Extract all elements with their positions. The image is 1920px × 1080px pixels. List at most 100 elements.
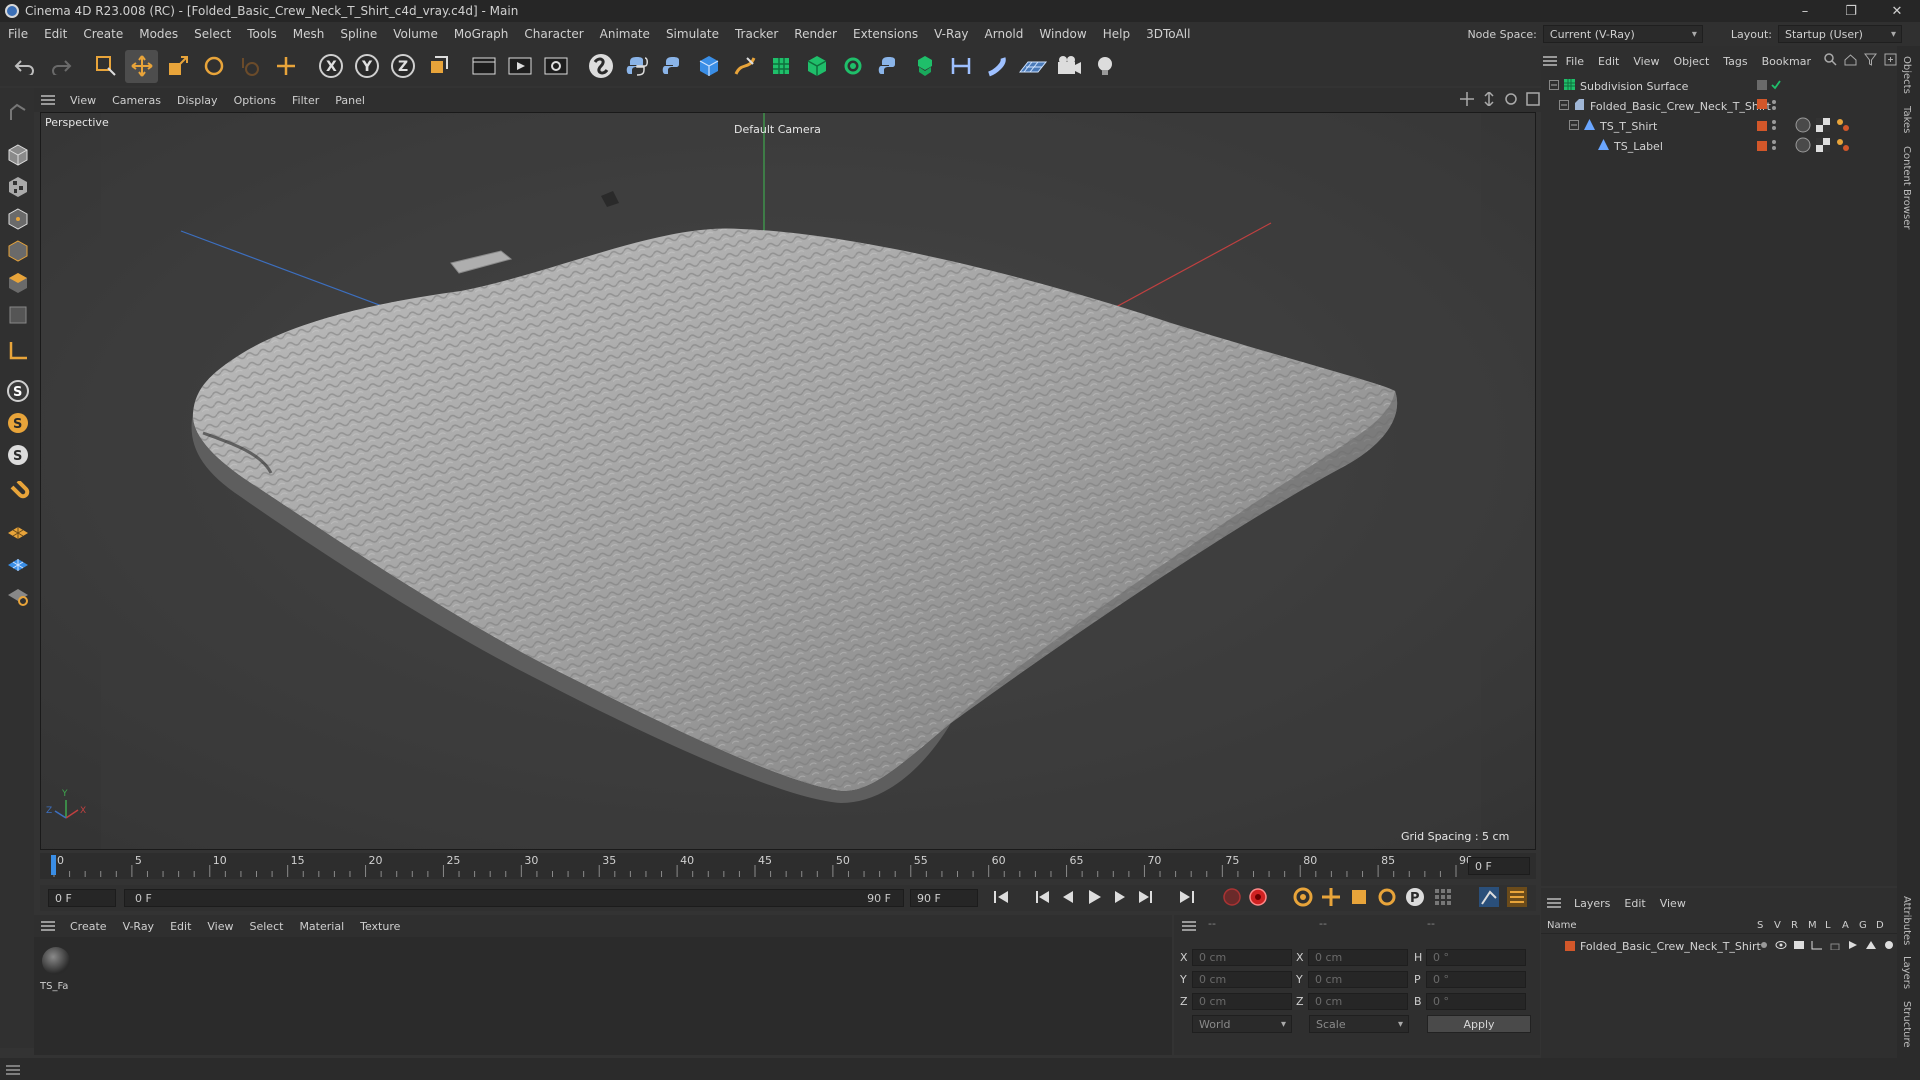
material-menu-edit[interactable]: Edit	[162, 920, 199, 933]
menu-window[interactable]: Window	[1031, 27, 1094, 41]
texture-tag-icon[interactable]	[1815, 137, 1831, 156]
floor-icon[interactable]	[1016, 50, 1049, 83]
render-icon[interactable]	[1793, 940, 1805, 953]
objects-menu-file[interactable]: File	[1559, 55, 1591, 68]
end-frame-field[interactable]: 90 F	[910, 889, 978, 907]
objects-menu-edit[interactable]: Edit	[1591, 55, 1626, 68]
layers-menu-layers[interactable]: Layers	[1567, 897, 1617, 910]
camera-icon[interactable]	[1052, 50, 1085, 83]
search-icon[interactable]	[1824, 53, 1837, 69]
tab-attributes[interactable]: Attributes	[1901, 896, 1912, 945]
viewport-menu-cameras[interactable]: Cameras	[104, 94, 169, 107]
hamburger-icon[interactable]	[34, 95, 62, 105]
key-selection-icon[interactable]	[1292, 886, 1314, 911]
menu-create[interactable]: Create	[75, 27, 131, 41]
filter-icon[interactable]	[1864, 53, 1877, 69]
layer-color-swatch[interactable]	[1565, 941, 1575, 951]
layer-color-swatch[interactable]	[1757, 121, 1767, 131]
objects-menu-view[interactable]: View	[1626, 55, 1666, 68]
coordinate-mode-dropdown[interactable]: World	[1192, 1015, 1292, 1033]
objects-menu-tags[interactable]: Tags	[1716, 55, 1754, 68]
python-generator-icon[interactable]	[872, 50, 905, 83]
material-menu-create[interactable]: Create	[62, 920, 115, 933]
3d-viewport[interactable]: Default Camera Perspective Grid Spacing …	[40, 112, 1536, 850]
snap-icon[interactable]: S	[3, 376, 32, 405]
objects-menu-bookmarks[interactable]: Bookmar	[1755, 55, 1818, 68]
enabled-check-icon[interactable]	[1771, 79, 1781, 93]
key-rotation-icon[interactable]	[1376, 886, 1398, 911]
new-window-icon[interactable]	[1884, 53, 1897, 69]
menu-help[interactable]: Help	[1095, 27, 1138, 41]
start-frame-field[interactable]: 0 F	[48, 889, 116, 907]
polygons-mode-icon[interactable]	[3, 268, 32, 297]
pos-x-field[interactable]: 0 cm	[1192, 948, 1292, 966]
close-button[interactable]: ✕	[1874, 0, 1920, 22]
mograph-fracture-icon[interactable]	[908, 50, 941, 83]
key-parameter-icon[interactable]: P	[1404, 886, 1426, 911]
zoom-icon[interactable]	[1482, 90, 1496, 109]
object-row-subdivision-surface[interactable]: Subdivision Surface	[1541, 76, 1897, 96]
size-x-field[interactable]: 0 cm	[1308, 948, 1408, 966]
rotate-tool-icon[interactable]	[197, 50, 230, 83]
lock-icon[interactable]	[1829, 940, 1841, 953]
material-menu-vray[interactable]: V-Ray	[115, 920, 163, 933]
menu-vray[interactable]: V-Ray	[926, 27, 976, 41]
vray-icon[interactable]	[584, 50, 617, 83]
key-position-icon[interactable]	[1320, 886, 1342, 911]
key-pla-icon[interactable]	[1432, 886, 1454, 911]
vray-tag-icon[interactable]	[1835, 137, 1851, 156]
maximize-view-icon[interactable]	[1526, 92, 1540, 109]
live-selection-icon[interactable]	[89, 50, 122, 83]
autokey-icon[interactable]	[1248, 887, 1268, 910]
vray-tag-icon[interactable]	[1835, 117, 1851, 136]
preview-range-slider[interactable]: 0 F 90 F	[124, 889, 904, 907]
extrude-icon[interactable]	[800, 50, 833, 83]
material-tag-icon[interactable]	[1795, 117, 1811, 136]
visibility-dots[interactable]	[1771, 119, 1777, 134]
animation-play-icon[interactable]	[1847, 940, 1859, 953]
grid-lock-icon[interactable]	[3, 580, 32, 609]
bend-deformer-icon[interactable]	[944, 50, 977, 83]
menu-render[interactable]: Render	[786, 27, 845, 41]
layers-menu-edit[interactable]: Edit	[1617, 897, 1652, 910]
maximize-button[interactable]: ❐	[1828, 0, 1874, 22]
viewport-menu-options[interactable]: Options	[226, 94, 284, 107]
layers-hamburger-icon[interactable]	[1541, 898, 1567, 908]
texture-mode-icon[interactable]	[3, 172, 32, 201]
field-icon[interactable]	[980, 50, 1013, 83]
move-tool-icon[interactable]	[125, 49, 158, 83]
key-scale-icon[interactable]	[1348, 886, 1370, 911]
undo-icon[interactable]	[8, 50, 41, 83]
material-menu-material[interactable]: Material	[291, 920, 352, 933]
python-script-icon[interactable]	[620, 50, 653, 83]
layer-color-swatch[interactable]	[1757, 141, 1767, 151]
object-row-ts-t-shirt[interactable]: TS_T_Shirt	[1541, 116, 1897, 136]
grid-plane-icon[interactable]	[3, 516, 32, 545]
node-space-dropdown[interactable]: Current (V-Ray)	[1542, 25, 1703, 43]
rot-b-field[interactable]: 0 °	[1426, 992, 1526, 1010]
menu-mesh[interactable]: Mesh	[285, 27, 333, 41]
object-row-folded-basic-crew-neck-t-shirt[interactable]: Folded_Basic_Crew_Neck_T_Shirt	[1541, 96, 1897, 116]
material-menu-view[interactable]: View	[199, 920, 241, 933]
menu-spline[interactable]: Spline	[332, 27, 385, 41]
menu-arnold[interactable]: Arnold	[977, 27, 1032, 41]
magnet-icon[interactable]	[3, 478, 32, 507]
tab-layers[interactable]: Layers	[1901, 956, 1912, 989]
layout-dropdown[interactable]: Startup (User)	[1778, 25, 1902, 43]
quantize-icon[interactable]: S	[3, 440, 32, 469]
size-z-field[interactable]: 0 cm	[1308, 992, 1408, 1010]
coords-hamburger-icon[interactable]	[1182, 920, 1196, 934]
render-to-picture-viewer-icon[interactable]	[503, 50, 536, 83]
tab-content-browser[interactable]: Content Browser	[1901, 146, 1912, 229]
layer-color-swatch[interactable]	[1757, 98, 1767, 109]
viewport-menu-display[interactable]: Display	[169, 94, 226, 107]
texture-tag-icon[interactable]	[1815, 117, 1831, 136]
playhead[interactable]	[51, 855, 56, 875]
previous-key-icon[interactable]	[1032, 889, 1052, 908]
subdivision-surface-icon[interactable]	[764, 50, 797, 83]
collapse-icon[interactable]	[1549, 79, 1559, 93]
go-to-end-icon[interactable]	[1176, 889, 1196, 908]
go-to-start-icon[interactable]	[992, 889, 1012, 908]
layers-menu-view[interactable]: View	[1653, 897, 1693, 910]
make-editable-icon[interactable]	[3, 98, 32, 127]
